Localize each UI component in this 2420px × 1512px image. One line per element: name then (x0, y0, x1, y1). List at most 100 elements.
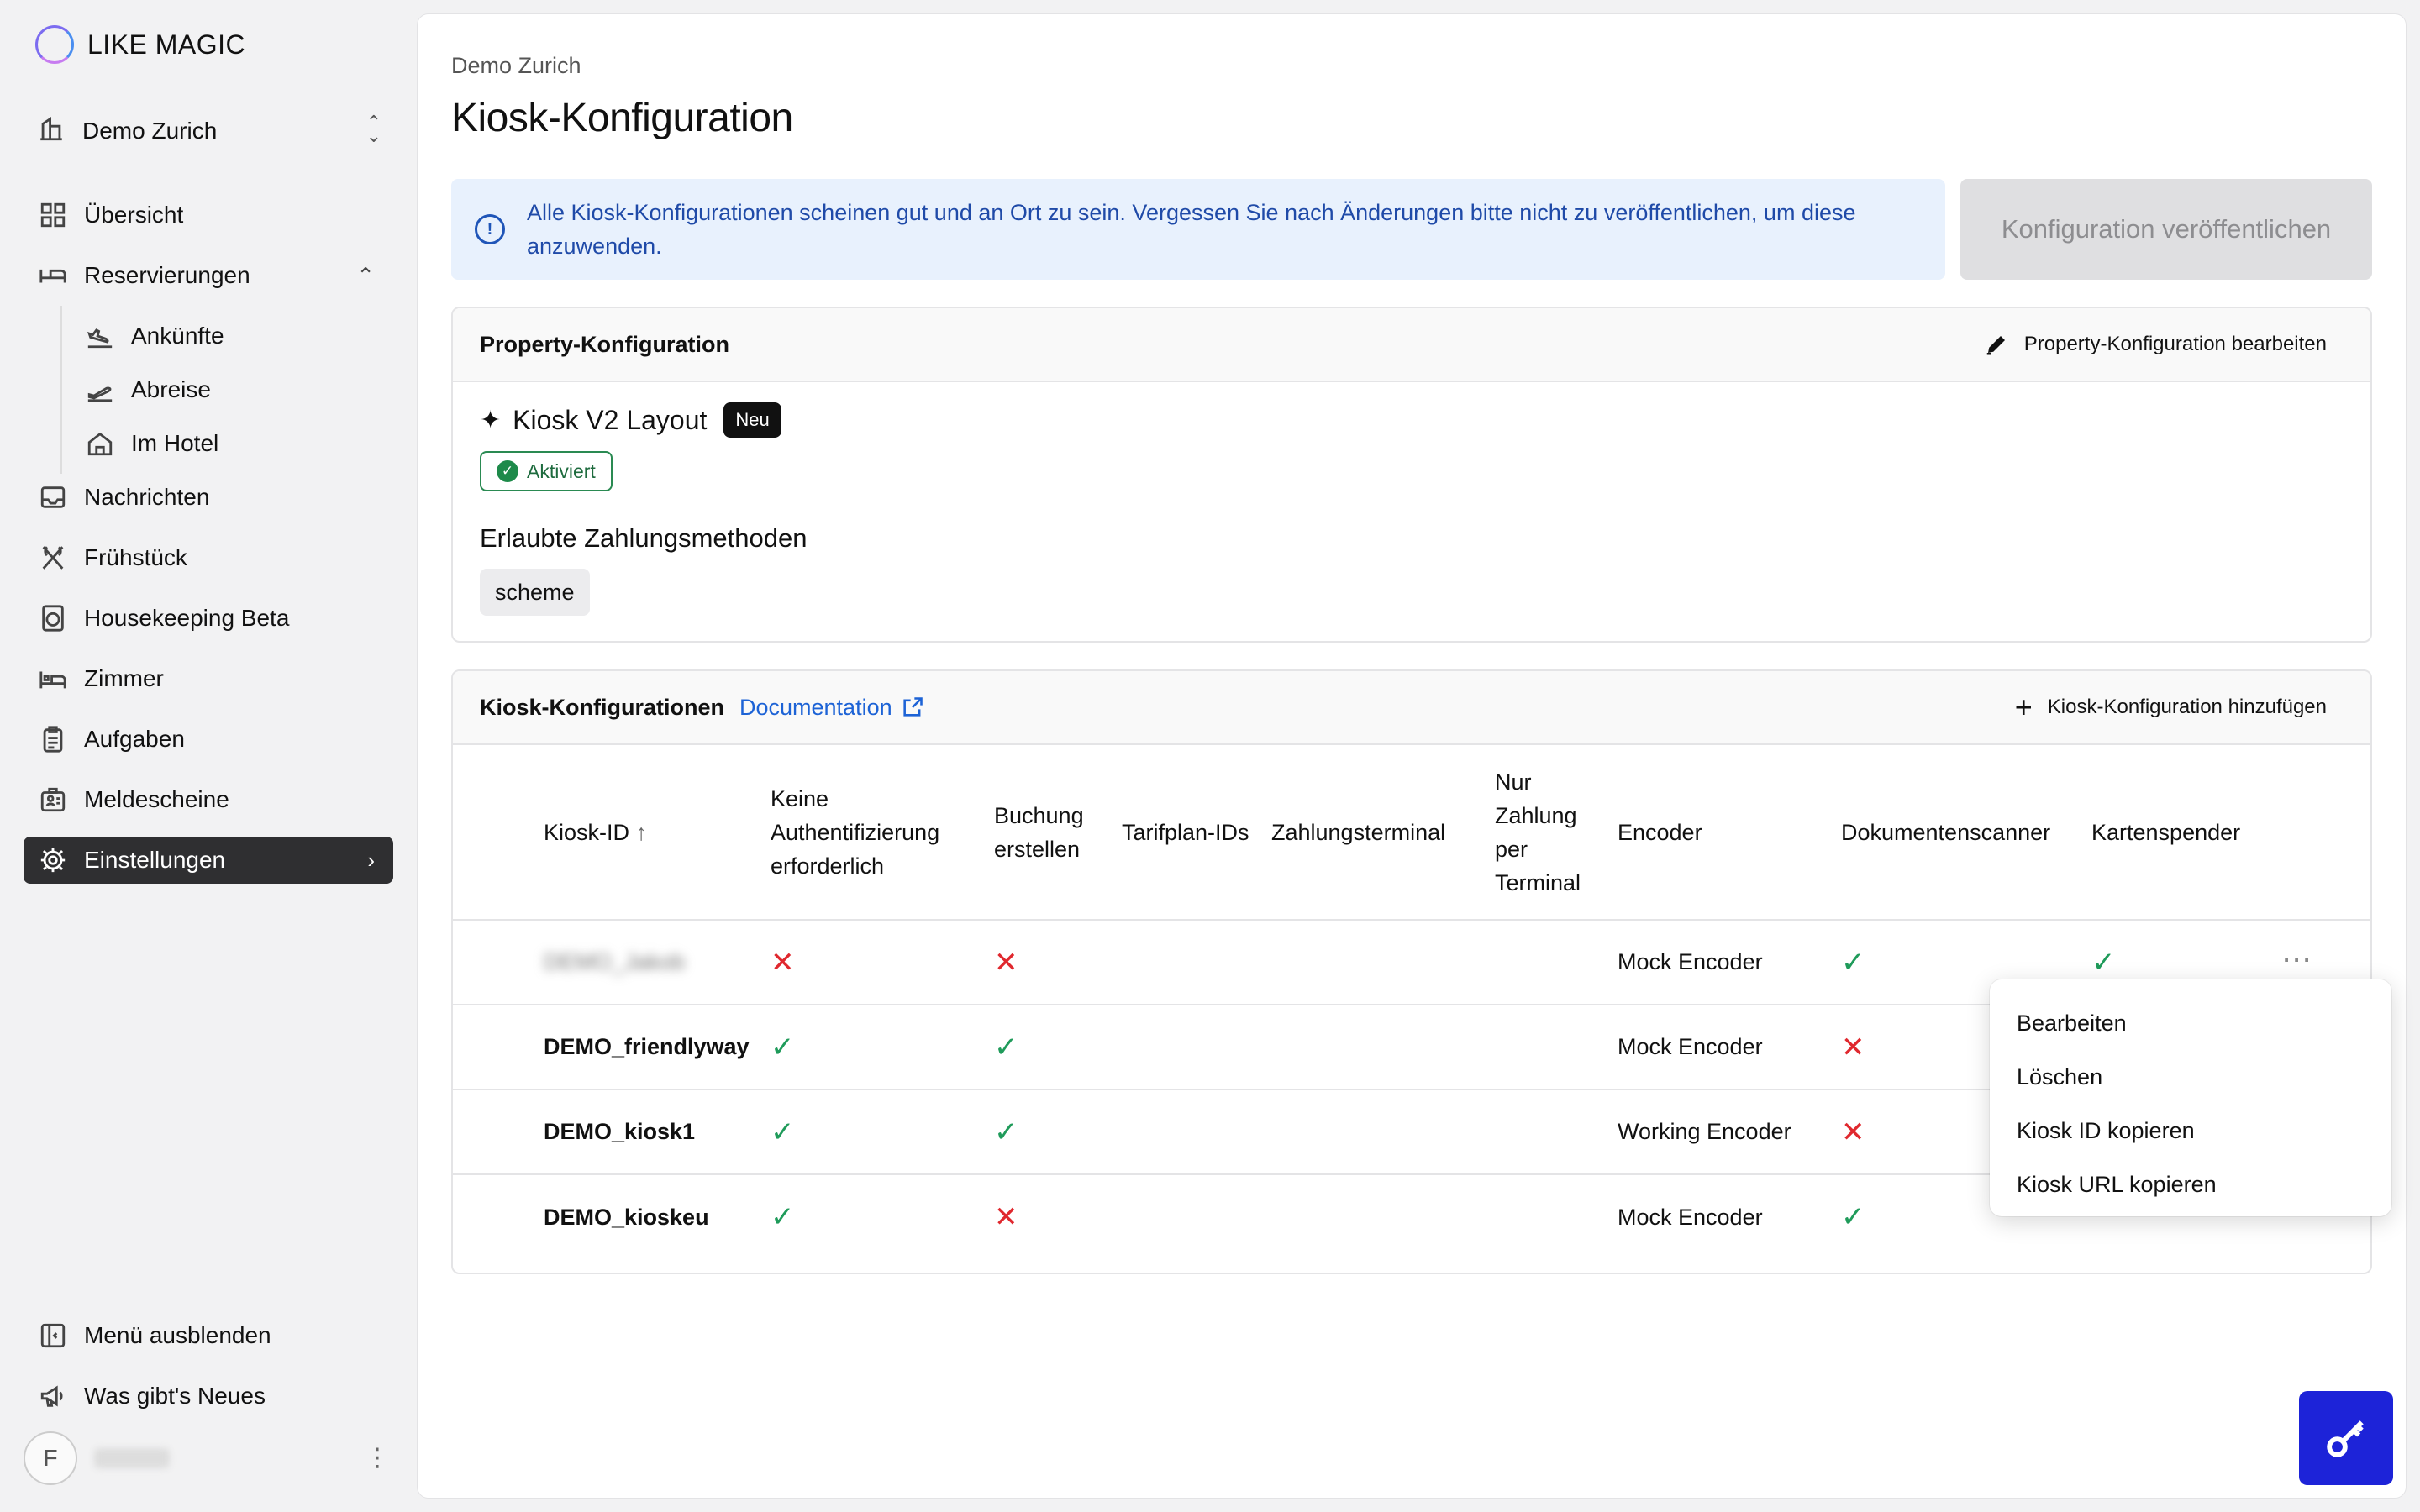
terminal-only-cell (1485, 1005, 1607, 1090)
payment-terminal-cell (1261, 1005, 1485, 1090)
sidebar-item-housekeeping[interactable]: Housekeeping Beta (24, 595, 393, 642)
sidebar-item-overview[interactable]: Übersicht (24, 192, 393, 239)
property-config-title: Property-Konfiguration (480, 331, 729, 357)
table-cell-spacer (453, 1174, 534, 1259)
property-config-header: Property-Konfiguration Property-Konfigur… (453, 308, 2370, 382)
status-label: Aktiviert (527, 459, 596, 482)
sidebar-item-rooms[interactable]: Zimmer (24, 655, 393, 702)
sidebar-item-in-hotel[interactable]: Im Hotel (24, 413, 393, 474)
menu-item-edit[interactable]: Bearbeiten (1990, 996, 2391, 1050)
add-kiosk-config-button[interactable]: + Kiosk-Konfiguration hinzufügen (2015, 692, 2327, 722)
payment-terminal-cell (1261, 1174, 1485, 1259)
brand-logo-icon (35, 25, 74, 64)
menu-item-copy-kiosk-url[interactable]: Kiosk URL kopieren (1990, 1158, 2391, 1211)
bed-room-icon (37, 663, 69, 695)
more-horizontal-icon[interactable]: ⋯ (2281, 942, 2313, 976)
property-config-card: Property-Konfiguration Property-Konfigur… (451, 307, 2372, 643)
sidebar-item-label: Aufgaben (84, 726, 185, 752)
sidebar-item-label: Abreise (131, 376, 211, 402)
sidebar: LIKE MAGIC Demo Zurich ⌃ ⌄ Übersicht Rese… (0, 0, 412, 1512)
check-icon: ✓ (994, 1116, 1018, 1148)
documentation-link[interactable]: Documentation (739, 695, 924, 721)
sidebar-item-label: Zimmer (84, 665, 164, 691)
rate-plan-cell (1112, 920, 1261, 1005)
sidebar-item-messages[interactable]: Nachrichten (24, 474, 393, 521)
home-icon (84, 428, 116, 459)
menu-item-delete[interactable]: Löschen (1990, 1050, 2391, 1104)
sidebar-item-label: Ankünfte (131, 323, 224, 349)
plane-landing-icon (84, 320, 116, 352)
payment-method-chip: scheme (480, 569, 590, 616)
col-payment-terminal: Zahlungsterminal (1261, 745, 1485, 921)
col-rate-plan: Tarifplan-IDs (1112, 745, 1261, 921)
avatar: F (24, 1431, 77, 1485)
sidebar-item-label: Nachrichten (84, 484, 210, 510)
add-kiosk-config-label: Kiosk-Konfiguration hinzufügen (2047, 696, 2327, 718)
bed-icon (37, 260, 69, 291)
encoder-cell: Working Encoder (1607, 1089, 1831, 1175)
inbox-icon (37, 481, 69, 513)
external-link-icon (902, 697, 923, 717)
breadcrumb[interactable]: Demo Zurich (451, 53, 581, 79)
row-context-menu: Bearbeiten Löschen Kiosk ID kopieren Kio… (1990, 979, 2391, 1216)
encoder-cell: Mock Encoder (1607, 1005, 1831, 1090)
user-menu[interactable]: F ⋮ (24, 1431, 393, 1485)
col-terminal-only: Nur Zahlung per Terminal (1485, 745, 1607, 921)
whats-new-label: Was gibt's Neues (84, 1383, 266, 1409)
sidebar-item-reservations[interactable]: Reservierungen ⌃ (24, 252, 393, 299)
info-icon: ! (475, 214, 505, 244)
gear-icon (37, 844, 69, 876)
more-vertical-icon[interactable]: ⋮ (365, 1446, 390, 1471)
collapse-menu-label: Menü ausblenden (84, 1322, 271, 1348)
terminal-only-cell (1485, 1089, 1607, 1175)
brand-name: LIKE MAGIC (87, 29, 246, 60)
brand[interactable]: LIKE MAGIC (35, 25, 245, 64)
cutlery-icon (37, 542, 69, 574)
col-no-auth: Keine Authentifizierung erforderlich (760, 745, 984, 921)
check-icon: ✓ (771, 1116, 795, 1148)
rate-plan-cell (1112, 1005, 1261, 1090)
sidebar-item-tasks[interactable]: Aufgaben (24, 716, 393, 763)
table-cell-spacer (453, 920, 534, 1005)
cross-icon: ✕ (994, 1201, 1018, 1233)
terminal-only-cell (1485, 1174, 1607, 1259)
cross-icon: ✕ (771, 946, 795, 979)
kiosk-v2-layout: ✦ Kiosk V2 Layout Neu (480, 402, 781, 438)
check-icon: ✓ (2091, 946, 2116, 979)
key-fab-button[interactable] (2299, 1391, 2393, 1485)
documentation-label: Documentation (739, 694, 892, 720)
property-switcher[interactable]: Demo Zurich ⌃ ⌄ (37, 111, 381, 151)
sidebar-item-label: Im Hotel (131, 430, 219, 456)
id-card-icon (37, 784, 69, 816)
kiosk-configs-title: Kiosk-Konfigurationen (480, 694, 724, 720)
info-alert: ! Alle Kiosk-Konfigurationen scheinen gu… (451, 179, 1945, 280)
chevron-updown-icon: ⌃ ⌄ (366, 112, 381, 146)
collapse-menu-button[interactable]: Menü ausblenden (24, 1312, 393, 1359)
menu-item-copy-kiosk-id[interactable]: Kiosk ID kopieren (1990, 1104, 2391, 1158)
sidebar-item-registration-forms[interactable]: Meldescheine (24, 776, 393, 823)
sidebar-item-departures[interactable]: Abreise (24, 360, 393, 420)
sidebar-item-label: Frühstück (84, 544, 187, 570)
edit-property-config-button[interactable]: Property-Konfiguration bearbeiten (1984, 332, 2327, 357)
rate-plan-cell (1112, 1174, 1261, 1259)
col-actions (2271, 745, 2370, 921)
sidebar-item-breakfast[interactable]: Frühstück (24, 534, 393, 581)
grid-icon (37, 199, 69, 231)
edit-property-config-label: Property-Konfiguration bearbeiten (2023, 333, 2327, 355)
sort-asc-icon: ↑ (635, 819, 648, 845)
publish-config-button[interactable]: Konfiguration veröffentlichen (1960, 179, 2372, 280)
table-cell-spacer (453, 1089, 534, 1175)
megaphone-icon (37, 1380, 69, 1412)
col-kiosk-id[interactable]: Kiosk-ID ↑ (534, 745, 760, 921)
col-card-dispenser: Kartenspender (2081, 745, 2271, 921)
sidebar-item-settings[interactable]: Einstellungen › (24, 837, 393, 884)
check-icon: ✓ (1841, 946, 1865, 979)
encoder-cell: Mock Encoder (1607, 920, 1831, 1005)
sidebar-item-arrivals[interactable]: Ankünfte (24, 306, 393, 366)
whats-new-button[interactable]: Was gibt's Neues (24, 1373, 393, 1420)
kiosk-id: DEMO_kiosk1 (544, 1119, 696, 1144)
payment-terminal-cell (1261, 920, 1485, 1005)
chevron-up-icon: ⌃ (356, 262, 375, 288)
chevron-right-icon: › (367, 847, 375, 873)
sidebar-item-label: Reservierungen (84, 262, 250, 288)
